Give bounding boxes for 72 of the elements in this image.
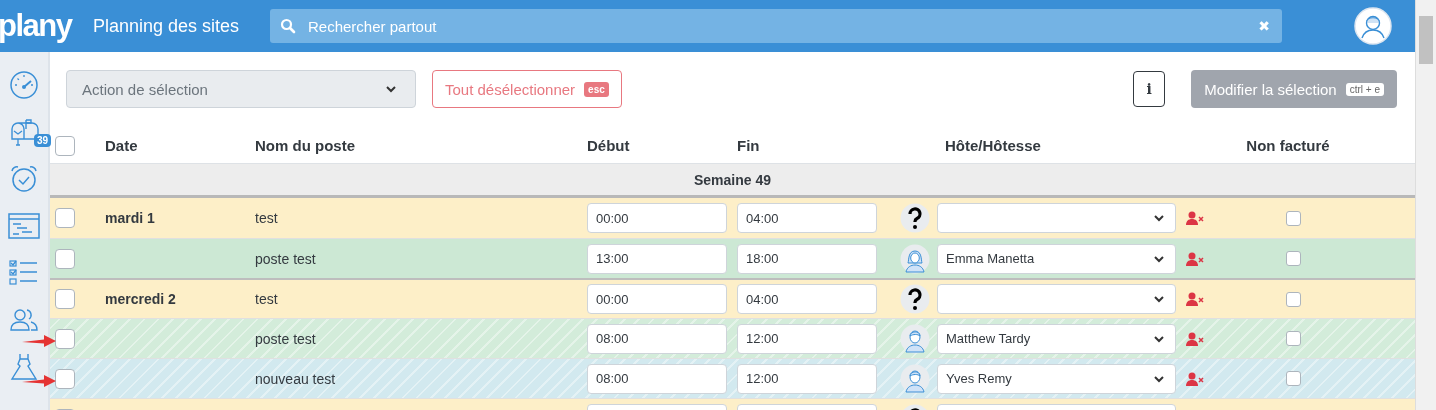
end-time-field[interactable]: 04:00 — [737, 203, 877, 233]
post-name-cell-text: test — [254, 210, 279, 226]
row-checkbox[interactable] — [55, 289, 75, 309]
mailbox-icon[interactable] — [9, 117, 39, 147]
question-mark-icon — [900, 203, 930, 233]
host-select[interactable]: Emma Manetta — [937, 243, 1176, 274]
host-select[interactable]: Yves Remy — [937, 363, 1176, 394]
column-header: Hôte/Hôtesse — [944, 137, 1042, 154]
column-header: Nom du poste — [254, 137, 356, 154]
caret-icon — [1153, 254, 1165, 263]
caret-icon — [1153, 295, 1165, 303]
column-header: Non facturé — [1245, 137, 1331, 154]
row-checkbox[interactable] — [55, 368, 75, 389]
shortcut-key: ctrl + e — [1345, 82, 1384, 96]
start-time-field[interactable]: 08:00 — [587, 323, 727, 354]
male-avatar-icon — [900, 363, 930, 394]
start-time-field[interactable]: 00:00 — [587, 284, 727, 314]
select-all-checkbox[interactable] — [55, 135, 75, 156]
action-select[interactable]: Action de sélection — [66, 70, 416, 108]
post-name-cell-text: test — [254, 291, 279, 307]
question-mark-icon — [900, 284, 930, 314]
post-name-cell-text: poste test — [254, 250, 317, 267]
count-badge: 39 — [33, 134, 51, 147]
checklist-icon[interactable] — [9, 258, 39, 288]
end-time-field[interactable]: 04:00 — [737, 284, 877, 314]
caret-icon — [385, 85, 397, 93]
not-billed-checkbox[interactable] — [1285, 371, 1301, 386]
male-avatar-icon — [900, 323, 930, 354]
column-header: Date — [104, 137, 139, 154]
not-billed-checkbox[interactable] — [1285, 210, 1301, 226]
user-avatar-icon[interactable] — [1354, 7, 1392, 45]
host-select[interactable]: Matthew Tardy — [937, 323, 1176, 354]
row-checkbox[interactable] — [55, 208, 75, 228]
remove-user-icon[interactable] — [1186, 211, 1204, 225]
row-checkbox[interactable] — [55, 328, 75, 349]
start-time-field[interactable]: 13:00 — [587, 243, 727, 274]
date-cell-text: mardi 1 — [104, 210, 156, 226]
host-select[interactable] — [937, 203, 1176, 233]
shortcut-key: esc — [584, 81, 609, 97]
remove-user-icon[interactable] — [1186, 292, 1204, 306]
caret-icon — [1153, 334, 1165, 343]
search-icon — [280, 18, 296, 34]
info-button[interactable]: i — [1133, 71, 1166, 107]
window-icon[interactable] — [8, 212, 40, 240]
page-title: Planning des sites — [93, 15, 241, 37]
dress-icon[interactable] — [9, 352, 39, 382]
female-avatar-icon — [900, 243, 930, 274]
remove-user-icon[interactable] — [1186, 331, 1204, 346]
end-time-field[interactable]: 12:00 — [737, 363, 877, 394]
row-checkbox[interactable] — [55, 248, 75, 269]
not-billed-checkbox[interactable] — [1285, 291, 1301, 307]
remove-user-icon[interactable] — [1186, 251, 1204, 266]
start-time-field[interactable]: 00:00 — [587, 203, 727, 233]
host-select[interactable] — [937, 284, 1176, 314]
not-billed-checkbox[interactable] — [1285, 331, 1301, 346]
week-header: Semaine 49 — [693, 171, 772, 188]
end-time-field[interactable]: 12:00 — [737, 323, 877, 354]
scrollbar-thumb[interactable] — [1419, 16, 1433, 64]
end-time-field[interactable]: 18:00 — [737, 243, 877, 274]
caret-icon — [1153, 374, 1165, 383]
gauge-icon[interactable] — [9, 70, 39, 100]
post-name-cell-text: poste test — [254, 330, 317, 347]
date-cell-text: mercredi 2 — [104, 291, 177, 307]
remove-user-icon[interactable] — [1186, 371, 1204, 386]
caret-icon — [1153, 214, 1165, 222]
post-name-cell-text: nouveau test — [254, 370, 337, 387]
column-header: Fin — [736, 137, 761, 154]
alarm-clock-icon[interactable] — [9, 164, 39, 194]
start-time-field[interactable]: 08:00 — [587, 363, 727, 394]
not-billed-checkbox[interactable] — [1285, 251, 1301, 266]
scrollbar[interactable] — [1415, 0, 1436, 410]
column-header: Début — [586, 137, 631, 154]
